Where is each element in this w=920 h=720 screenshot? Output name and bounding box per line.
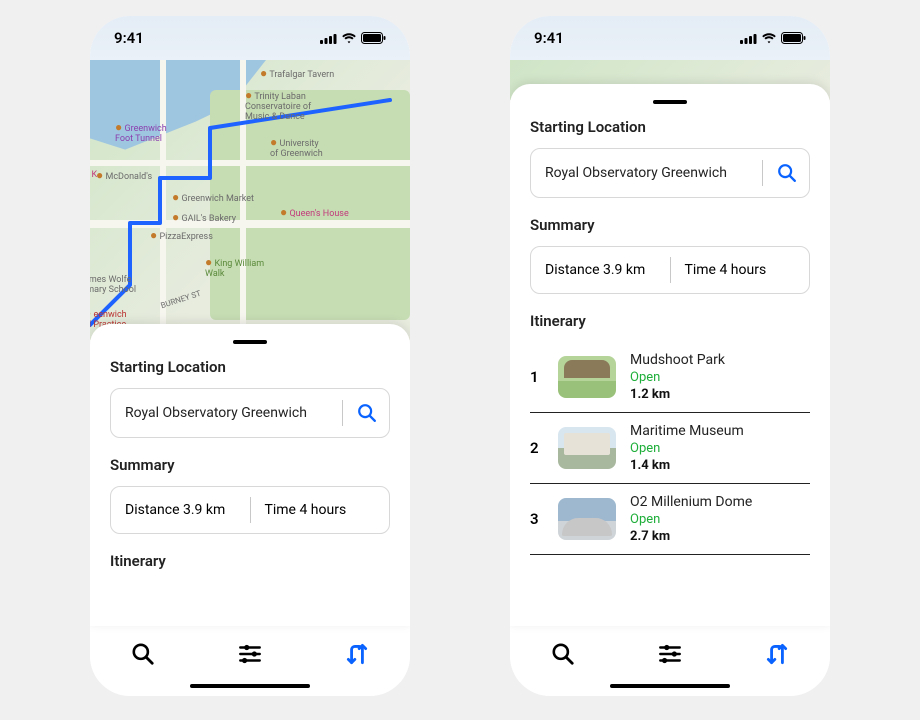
starting-location-field[interactable]: Royal Observatory Greenwich: [530, 148, 810, 198]
poi-university[interactable]: ● University of Greenwich: [270, 135, 323, 159]
summary-distance: Distance 3.9 km: [125, 502, 236, 518]
map-view[interactable]: ● Trafalgar Tavern ● Trinity Laban Conse…: [90, 60, 410, 340]
search-icon: [550, 641, 576, 667]
itinerary-distance: 1.4 km: [630, 458, 744, 473]
poi-queens[interactable]: ● Queen's House: [280, 205, 349, 219]
tab-bar: [510, 626, 830, 682]
itinerary-name: Mudshoot Park: [630, 352, 725, 368]
tab-route[interactable]: [755, 638, 799, 670]
itinerary-item[interactable]: 3 O2 Millenium Dome Open 2.7 km: [530, 484, 810, 555]
summary-time: Time 4 hours: [685, 262, 796, 278]
home-indicator[interactable]: [610, 684, 730, 688]
status-time: 9:41: [114, 29, 144, 47]
search-button[interactable]: [353, 399, 381, 427]
itinerary-name: O2 Millenium Dome: [630, 494, 752, 510]
poi-pizza[interactable]: ● PizzaExpress: [150, 228, 213, 242]
tab-search[interactable]: [541, 638, 585, 670]
summary-box: Distance 3.9 km Time 4 hours: [530, 246, 810, 294]
itinerary-number: 1: [530, 368, 544, 386]
search-icon: [356, 402, 378, 424]
section-summary: Summary: [530, 216, 810, 234]
tab-route[interactable]: [335, 638, 379, 670]
poi-foot-tunnel[interactable]: ● Greenwich Foot Tunnel: [115, 120, 167, 144]
home-indicator[interactable]: [190, 684, 310, 688]
starting-location-field[interactable]: Royal Observatory Greenwich: [110, 388, 390, 438]
tab-search[interactable]: [121, 638, 165, 670]
search-button[interactable]: [773, 159, 801, 187]
status-time: 9:41: [534, 29, 564, 47]
starting-location-value: Royal Observatory Greenwich: [545, 165, 752, 181]
search-icon: [130, 641, 156, 667]
itinerary-status: Open: [630, 441, 744, 456]
section-itinerary: Itinerary: [110, 552, 390, 570]
itinerary-number: 2: [530, 439, 544, 457]
phone-mockup-collapsed: 9:41 ● Trafalgar Tavern ● Trinity Laban …: [90, 16, 410, 696]
poi-trafalgar[interactable]: ● Trafalgar Tavern: [260, 66, 334, 80]
bottom-sheet[interactable]: Starting Location Royal Observatory Gree…: [510, 84, 830, 626]
sliders-icon: [237, 641, 263, 667]
phone-mockup-expanded: 9:41 Starting Location Royal Observatory…: [510, 16, 830, 696]
itinerary-item[interactable]: 1 Mudshoot Park Open 1.2 km: [530, 342, 810, 413]
sheet-grabber[interactable]: [653, 100, 687, 104]
poi-k[interactable]: ● K: [90, 166, 97, 180]
section-starting-location: Starting Location: [530, 118, 810, 136]
sliders-icon: [657, 641, 683, 667]
search-icon: [776, 162, 798, 184]
summary-time: Time 4 hours: [265, 502, 376, 518]
tab-filters[interactable]: [228, 638, 272, 670]
status-bar: 9:41: [90, 16, 410, 60]
section-itinerary: Itinerary: [530, 312, 810, 330]
itinerary-thumbnail: [558, 498, 616, 540]
route-icon: [764, 641, 790, 667]
itinerary-distance: 2.7 km: [630, 529, 752, 544]
summary-distance: Distance 3.9 km: [545, 262, 656, 278]
poi-kingwilliam[interactable]: ● King William Walk: [205, 255, 264, 279]
route-icon: [344, 641, 370, 667]
itinerary-name: Maritime Museum: [630, 423, 744, 439]
itinerary-thumbnail: [558, 427, 616, 469]
starting-location-value: Royal Observatory Greenwich: [125, 405, 332, 421]
section-summary: Summary: [110, 456, 390, 474]
status-bar: 9:41: [510, 16, 830, 60]
tab-bar: [90, 626, 410, 682]
summary-box: Distance 3.9 km Time 4 hours: [110, 486, 390, 534]
itinerary-thumbnail: [558, 356, 616, 398]
itinerary-item[interactable]: 2 Maritime Museum Open 1.4 km: [530, 413, 810, 484]
status-indicators: [320, 32, 386, 44]
poi-market[interactable]: ● Greenwich Market: [172, 190, 254, 204]
tab-filters[interactable]: [648, 638, 692, 670]
bottom-sheet[interactable]: Starting Location Royal Observatory Gree…: [90, 324, 410, 626]
status-indicators: [740, 32, 806, 44]
poi-wolfe[interactable]: ames Wolfe imary School: [90, 275, 136, 295]
section-starting-location: Starting Location: [110, 358, 390, 376]
poi-trinity[interactable]: ● Trinity Laban Conservatoire of Music &…: [245, 88, 311, 122]
poi-gails[interactable]: ● GAIL's Bakery: [172, 210, 236, 224]
sheet-grabber[interactable]: [233, 340, 267, 344]
itinerary-distance: 1.2 km: [630, 387, 725, 402]
itinerary-number: 3: [530, 510, 544, 528]
itinerary-status: Open: [630, 512, 752, 527]
poi-mcdonalds[interactable]: ● McDonald's: [96, 168, 152, 182]
itinerary-status: Open: [630, 370, 725, 385]
